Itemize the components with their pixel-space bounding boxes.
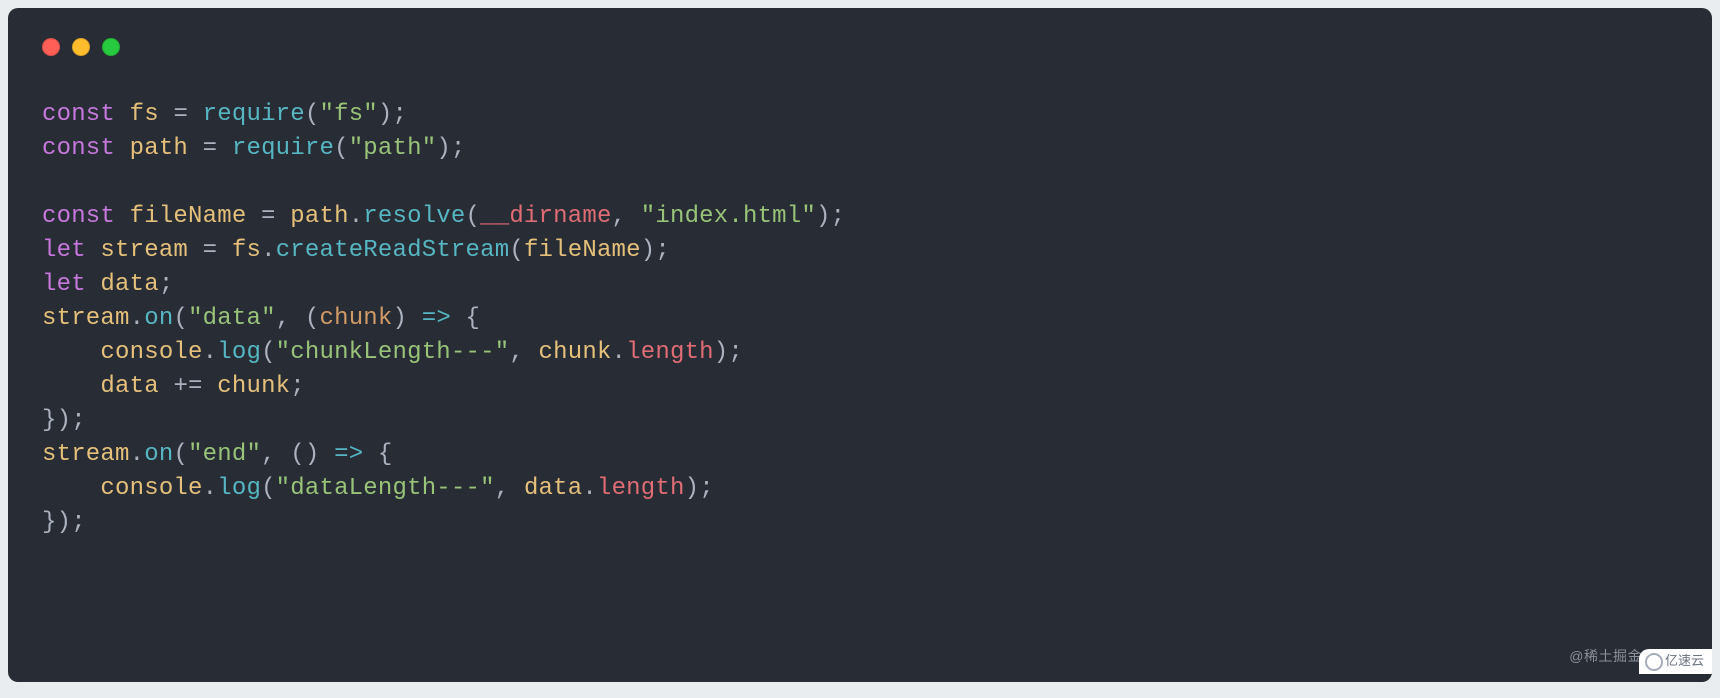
code-token: createReadStream [276, 237, 510, 264]
code-token: => [334, 441, 363, 468]
code-token: "path" [349, 135, 437, 162]
code-token: fs [130, 101, 159, 128]
code-token: path [130, 135, 188, 162]
code-token: data [100, 373, 158, 400]
code-token: . [349, 203, 364, 230]
code-token: log [217, 475, 261, 502]
code-token: ( [173, 305, 188, 332]
watermark-juejin: @稀土掘金 [1569, 646, 1642, 666]
code-token: fileName [130, 203, 247, 230]
code-token: "chunkLength---" [276, 339, 510, 366]
code-token: "fs" [319, 101, 377, 128]
code-token: ( [509, 237, 524, 264]
code-token: "end" [188, 441, 261, 468]
code-token: "data" [188, 305, 276, 332]
code-token: = [188, 237, 232, 264]
code-token: { [451, 305, 480, 332]
code-token: require [203, 101, 305, 128]
code-token: = [159, 101, 203, 128]
code-token: ); [436, 135, 465, 162]
code-token: console [100, 339, 202, 366]
code-block[interactable]: const fs = require("fs"); const path = r… [42, 98, 1678, 540]
code-token: ( [305, 101, 320, 128]
code-token: . [203, 339, 218, 366]
code-token: , [612, 203, 641, 230]
code-token: ) [393, 305, 422, 332]
zoom-icon[interactable] [102, 38, 120, 56]
code-token: ( [173, 441, 188, 468]
code-token: stream [42, 305, 130, 332]
code-token: = [246, 203, 290, 230]
code-token: stream [42, 441, 130, 468]
code-token: ( [334, 135, 349, 162]
code-token: . [130, 305, 145, 332]
code-token: const [42, 135, 130, 162]
code-token: . [582, 475, 597, 502]
close-icon[interactable] [42, 38, 60, 56]
window-controls [42, 38, 1678, 56]
code-token: => [422, 305, 451, 332]
minimize-icon[interactable] [72, 38, 90, 56]
code-token: path [290, 203, 348, 230]
code-token: ); [378, 101, 407, 128]
code-token: length [626, 339, 714, 366]
code-token: chunk [539, 339, 612, 366]
code-token: ); [685, 475, 714, 502]
code-token: chunk [320, 305, 393, 332]
code-token: . [203, 475, 218, 502]
code-token: ); [641, 237, 670, 264]
code-token: let [42, 271, 100, 298]
code-token: on [144, 441, 173, 468]
watermark-yisu: 亿速云 [1639, 649, 1712, 674]
code-token: fileName [524, 237, 641, 264]
code-token: . [261, 237, 276, 264]
code-token: log [217, 339, 261, 366]
code-token: += [159, 373, 217, 400]
code-token: ( [261, 475, 276, 502]
code-token: const [42, 101, 130, 128]
code-token: chunk [217, 373, 290, 400]
code-token: , ( [276, 305, 320, 332]
code-token: . [612, 339, 627, 366]
code-token: stream [100, 237, 188, 264]
code-token: require [232, 135, 334, 162]
code-token: ); [714, 339, 743, 366]
code-token: ( [466, 203, 481, 230]
code-token: }); [42, 509, 86, 536]
code-token [42, 373, 100, 400]
code-token [42, 475, 100, 502]
code-token: length [597, 475, 685, 502]
code-token: resolve [363, 203, 465, 230]
code-token: , () [261, 441, 334, 468]
code-token: data [100, 271, 158, 298]
code-token: "dataLength---" [276, 475, 495, 502]
code-token: = [188, 135, 232, 162]
code-token: console [100, 475, 202, 502]
code-window: const fs = require("fs"); const path = r… [8, 8, 1712, 682]
code-token: data [524, 475, 582, 502]
code-token: const [42, 203, 130, 230]
code-token: ; [159, 271, 174, 298]
code-token: , [495, 475, 524, 502]
code-token: on [144, 305, 173, 332]
code-token: fs [232, 237, 261, 264]
code-token: ( [261, 339, 276, 366]
code-token: { [363, 441, 392, 468]
code-token [42, 339, 100, 366]
code-token: "index.html" [641, 203, 816, 230]
code-token: , [509, 339, 538, 366]
code-token: __dirname [480, 203, 611, 230]
code-token: let [42, 237, 100, 264]
code-token: . [130, 441, 145, 468]
code-token: }); [42, 407, 86, 434]
code-token: ); [816, 203, 845, 230]
code-token: ; [290, 373, 305, 400]
